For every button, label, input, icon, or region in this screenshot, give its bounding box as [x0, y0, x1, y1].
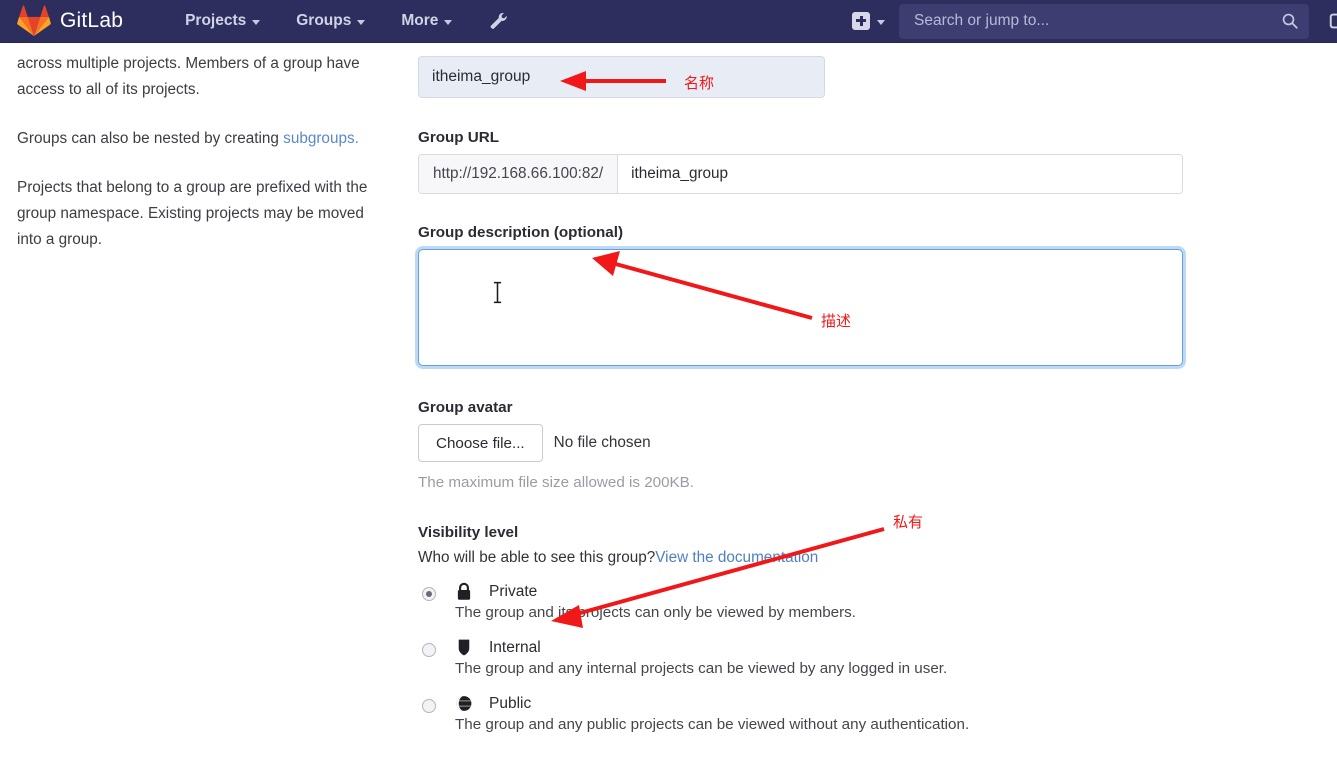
visibility-radio-private[interactable]: [422, 587, 436, 601]
search-input[interactable]: [912, 11, 1281, 31]
subgroups-link[interactable]: subgroups.: [283, 130, 359, 147]
create-group-form: Group URL http://192.168.66.100:82/ Grou…: [418, 43, 1208, 750]
visibility-private-description: The group and its projects can only be v…: [455, 604, 856, 621]
visibility-radio-internal[interactable]: [422, 643, 436, 657]
chevron-down-icon: [444, 19, 453, 25]
navbar-right-group: [852, 0, 1337, 43]
top-navbar: GitLab Projects Groups More: [0, 0, 1337, 43]
chevron-down-icon: [357, 19, 366, 25]
group-description-label: Group description (optional): [418, 224, 624, 241]
nav-groups-label: Groups: [296, 12, 352, 29]
visibility-public-description: The group and any public projects can be…: [455, 716, 970, 733]
lock-icon: [457, 582, 471, 600]
info-paragraph-1: across multiple projects. Members of a g…: [17, 55, 360, 98]
visibility-option-internal[interactable]: Internal The group and any internal proj…: [418, 638, 1208, 677]
search-box[interactable]: [899, 3, 1309, 39]
group-url-prefix: http://192.168.66.100:82/: [419, 155, 619, 193]
visibility-public-body: Public The group and any public projects…: [455, 694, 970, 734]
visibility-internal-body: Internal The group and any internal proj…: [455, 638, 948, 678]
choose-file-button[interactable]: Choose file...: [418, 424, 543, 462]
chevron-down-icon: [252, 19, 261, 25]
nav-item-more[interactable]: More: [401, 12, 453, 30]
nav-projects-label: Projects: [185, 12, 247, 29]
visibility-public-head: Public: [455, 694, 969, 713]
group-info-sidebar: across multiple projects. Members of a g…: [0, 43, 400, 276]
gitlab-brand[interactable]: GitLab: [17, 5, 123, 37]
no-file-chosen-text: No file chosen: [553, 434, 651, 451]
nav-item-projects[interactable]: Projects: [185, 12, 261, 30]
merge-requests-button[interactable]: [1328, 10, 1337, 32]
visibility-private-head: Private: [455, 582, 856, 601]
visibility-question: Who will be able to see this group?View …: [418, 549, 1208, 567]
merge-request-icon: [1329, 13, 1337, 29]
group-url-field[interactable]: http://192.168.66.100:82/: [418, 154, 1183, 194]
visibility-private-body: Private The group and its projects can o…: [455, 582, 856, 622]
chevron-down-icon: [877, 19, 885, 25]
info-paragraph-2-text: Groups can also be nested by creating: [17, 130, 284, 147]
group-description-textarea[interactable]: [418, 249, 1183, 366]
group-avatar-field: Choose file... No file chosen: [418, 424, 1208, 462]
group-name-input[interactable]: [418, 56, 825, 98]
visibility-internal-title: Internal: [489, 638, 541, 656]
visibility-radio-public[interactable]: [422, 699, 436, 713]
visibility-level-label: Visibility level: [418, 524, 519, 541]
visibility-option-public[interactable]: Public The group and any public projects…: [418, 694, 1208, 733]
visibility-question-text: Who will be able to see this group?: [418, 549, 656, 566]
gitlab-fox-logo-icon: [17, 5, 51, 37]
new-item-dropdown[interactable]: [852, 12, 885, 30]
view-documentation-link[interactable]: View the documentation: [655, 549, 818, 566]
group-url-path-input[interactable]: [618, 155, 1182, 193]
globe-icon: [456, 696, 472, 711]
info-paragraph-3: Projects that belong to a group are pref…: [17, 179, 368, 248]
group-url-label: Group URL: [418, 129, 499, 146]
info-paragraph-2: Groups can also be nested by creating su…: [17, 126, 378, 152]
nav-more-label: More: [401, 12, 439, 29]
nav-item-groups[interactable]: Groups: [296, 12, 366, 30]
visibility-private-title: Private: [489, 582, 538, 600]
brand-name: GitLab: [60, 9, 124, 32]
text-cursor-icon: [493, 281, 502, 304]
search-icon[interactable]: [1281, 12, 1299, 30]
visibility-internal-description: The group and any internal projects can …: [455, 660, 948, 677]
visibility-internal-head: Internal: [455, 638, 947, 657]
plus-square-icon: [852, 12, 870, 30]
group-avatar-label: Group avatar: [418, 399, 513, 416]
visibility-option-private[interactable]: Private The group and its projects can o…: [418, 582, 1208, 621]
visibility-public-title: Public: [489, 694, 532, 712]
shield-icon: [458, 639, 470, 656]
wrench-icon: [491, 12, 508, 29]
admin-area-button[interactable]: [486, 10, 508, 32]
avatar-size-hint: The maximum file size allowed is 200KB.: [418, 474, 695, 491]
